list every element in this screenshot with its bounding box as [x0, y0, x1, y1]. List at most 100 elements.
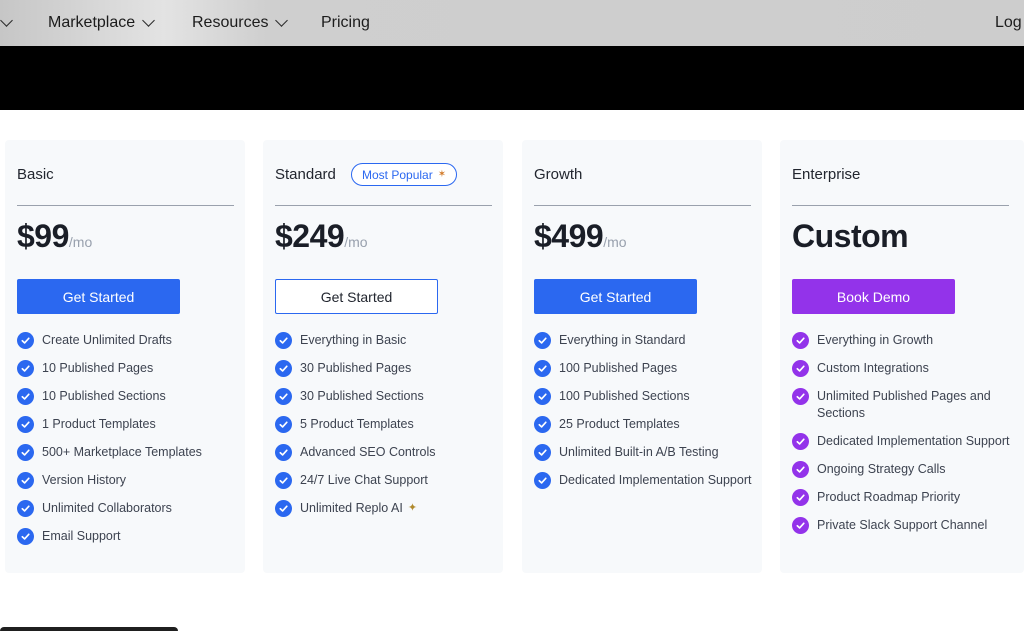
check-circle-icon	[17, 444, 34, 461]
get-started-button[interactable]: Get Started	[275, 279, 438, 314]
feature-text: Everything in Standard	[559, 333, 686, 347]
nav-item-marketplace[interactable]: Marketplace	[48, 0, 156, 46]
feature-item: Unlimited Collaborators	[17, 500, 239, 517]
check-circle-icon	[792, 360, 809, 377]
most-popular-badge: Most Popular ✶	[351, 163, 458, 186]
feature-text: 10 Published Sections	[42, 389, 166, 403]
feature-item: 100 Published Sections	[534, 388, 756, 405]
check-circle-icon	[792, 461, 809, 478]
feature-text: 10 Published Pages	[42, 361, 154, 375]
plan-name: Standard	[275, 166, 336, 183]
plan-price: $249/mo	[275, 218, 368, 255]
badge-label: Most Popular	[362, 167, 433, 182]
book-demo-button[interactable]: Book Demo	[792, 279, 955, 314]
chevron-down-icon	[0, 14, 13, 27]
feature-text: Email Support	[42, 529, 121, 543]
nav-dropdown-partial[interactable]	[0, 0, 13, 46]
check-circle-icon	[17, 472, 34, 489]
check-circle-icon	[275, 444, 292, 461]
check-circle-icon	[17, 500, 34, 517]
feature-item: 1 Product Templates	[17, 416, 239, 433]
check-circle-icon	[17, 528, 34, 545]
plan-name: Enterprise	[792, 166, 861, 183]
nav-label: Pricing	[321, 14, 370, 31]
feature-item: 10 Published Pages	[17, 360, 239, 377]
pricing-card-growth: Growth $499/mo Get Started Everything in St…	[522, 140, 762, 573]
feature-item: Email Support	[17, 528, 239, 545]
card-divider	[17, 205, 234, 206]
check-circle-icon	[792, 433, 809, 450]
feature-text: Dedicated Implementation Support	[559, 473, 752, 487]
feature-item: Everything in Basic	[275, 332, 497, 349]
plan-price: Custom	[792, 218, 909, 255]
nav-item-resources[interactable]: Resources	[192, 0, 289, 46]
check-circle-icon	[17, 360, 34, 377]
feature-text: Dedicated Implementation Support	[817, 434, 1010, 448]
login-label: Log	[995, 14, 1022, 31]
feature-text: 5 Product Templates	[300, 417, 414, 431]
price-amount: Custom	[792, 218, 909, 254]
get-started-button[interactable]: Get Started	[17, 279, 180, 314]
feature-item: Ongoing Strategy Calls	[792, 461, 1014, 478]
feature-text: Custom Integrations	[817, 361, 929, 375]
feature-item: Version History	[17, 472, 239, 489]
hero-banner-dark	[0, 46, 1024, 110]
feature-text: Everything in Basic	[300, 333, 407, 347]
feature-item: Unlimited Replo AI ✦	[275, 500, 497, 517]
feature-text: Unlimited Replo AI	[300, 501, 403, 515]
party-popper-icon: ✶	[437, 169, 447, 180]
feature-text: Create Unlimited Drafts	[42, 333, 172, 347]
price-period: /mo	[603, 234, 627, 250]
plan-name: Basic	[17, 166, 54, 183]
price-period: /mo	[68, 234, 93, 250]
plan-price: $99/mo	[17, 218, 92, 255]
feature-list: Everything in Basic 30 Published Pages 30 …	[275, 332, 497, 528]
feature-item: Advanced SEO Controls	[275, 444, 497, 461]
feature-text: Unlimited Built-in A/B Testing	[559, 445, 719, 459]
feature-text: 30 Published Pages	[300, 361, 412, 375]
magic-wand-icon: ✦	[407, 502, 418, 514]
feature-text: 30 Published Sections	[300, 389, 424, 403]
feature-item: 10 Published Sections	[17, 388, 239, 405]
feature-text: 24/7 Live Chat Support	[300, 473, 428, 487]
nav-label: Resources	[192, 14, 269, 31]
feature-text: Unlimited Published Pages and Sections	[817, 389, 991, 420]
price-amount: $249	[275, 218, 345, 254]
check-circle-icon	[275, 472, 292, 489]
card-divider	[275, 205, 492, 206]
feature-item: 500+ Marketplace Templates	[17, 444, 239, 461]
feature-item: Unlimited Built-in A/B Testing	[534, 444, 756, 461]
check-circle-icon	[534, 444, 551, 461]
check-circle-icon	[534, 388, 551, 405]
feature-item: Create Unlimited Drafts	[17, 332, 239, 349]
feature-text: Advanced SEO Controls	[300, 445, 436, 459]
feature-item: 5 Product Templates	[275, 416, 497, 433]
check-circle-icon	[792, 489, 809, 506]
price-period: /mo	[344, 234, 368, 250]
pricing-card-basic: Basic $99/mo Get Started Create Unlimited D…	[5, 140, 245, 573]
feature-list: Create Unlimited Drafts 10 Published Page…	[17, 332, 239, 556]
feature-text: Private Slack Support Channel	[817, 518, 988, 532]
check-circle-icon	[534, 360, 551, 377]
feature-list: Everything in Growth Custom Integrations U…	[792, 332, 1014, 545]
check-circle-icon	[17, 388, 34, 405]
check-circle-icon	[275, 332, 292, 349]
feature-text: Version History	[42, 473, 127, 487]
check-circle-icon	[17, 332, 34, 349]
price-amount: $499	[534, 218, 604, 254]
check-circle-icon	[275, 416, 292, 433]
chevron-down-icon	[142, 14, 156, 27]
login-link[interactable]: Log	[995, 0, 1022, 46]
feature-text: 1 Product Templates	[42, 417, 156, 431]
get-started-button[interactable]: Get Started	[534, 279, 697, 314]
check-circle-icon	[275, 500, 292, 517]
plan-name: Growth	[534, 166, 583, 183]
feature-text: 500+ Marketplace Templates	[42, 445, 202, 459]
nav-item-pricing[interactable]: Pricing	[321, 0, 370, 46]
check-circle-icon	[534, 472, 551, 489]
top-navigation: Marketplace Resources Pricing Log	[0, 0, 1024, 46]
feature-text: Unlimited Collaborators	[42, 501, 172, 515]
feature-item: Dedicated Implementation Support	[534, 472, 756, 489]
feature-text: Product Roadmap Priority	[817, 490, 961, 504]
check-circle-icon	[17, 416, 34, 433]
